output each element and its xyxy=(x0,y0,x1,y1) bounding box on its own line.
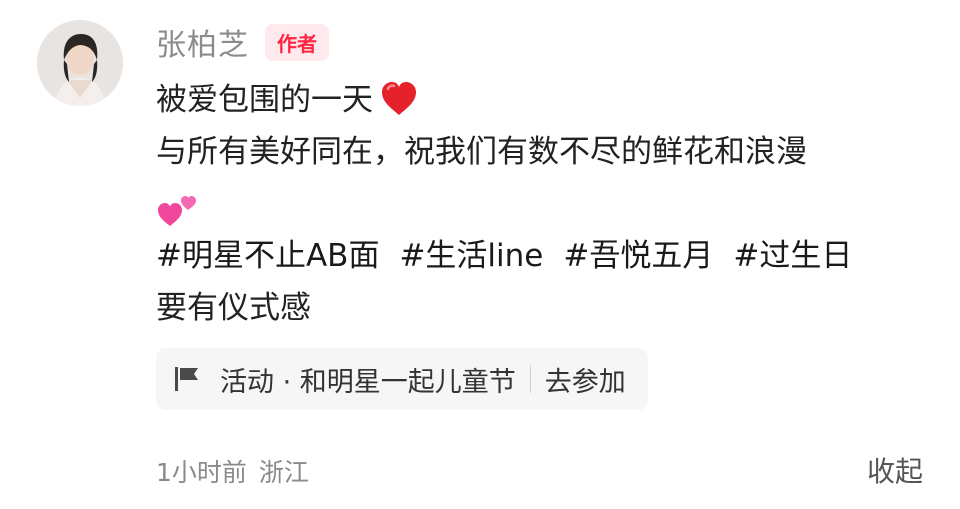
red-heart-icon xyxy=(382,81,416,115)
post-line-3 xyxy=(156,178,936,230)
post-content: 被爱包围的一天 与所有美好同在，祝我们有数不尽的鲜花和浪漫 #明星不止AB面 #生… xyxy=(156,74,936,334)
post-tags-line: #明星不止AB面 #生活line #吾悦五月 #过生日 xyxy=(156,230,936,282)
flag-icon xyxy=(175,367,198,391)
hashtag-link[interactable]: #生活line xyxy=(399,238,543,274)
join-activity-button[interactable]: 去参加 xyxy=(545,360,626,399)
activity-label: 活动 · 和明星一起儿童节 xyxy=(220,366,516,398)
post-line-1: 被爱包围的一天 xyxy=(156,74,936,126)
avatar[interactable] xyxy=(37,20,123,106)
post-location: 浙江 xyxy=(258,458,309,487)
hashtag-link-continued[interactable]: 要有仪式感 xyxy=(156,282,936,334)
avatar-photo-icon xyxy=(37,20,123,106)
two-hearts-icon xyxy=(158,195,196,226)
post-meta: 1小时前 浙江 xyxy=(156,453,309,489)
hashtag-link[interactable]: #吾悦五月 xyxy=(563,238,713,274)
post-text-1: 被爱包围的一天 xyxy=(156,82,373,118)
post-line-2: 与所有美好同在，祝我们有数不尽的鲜花和浪漫 xyxy=(156,134,807,170)
hashtag-link[interactable]: #过生日 xyxy=(733,238,852,274)
post-time: 1小时前 xyxy=(156,458,247,487)
activity-card[interactable]: 活动 · 和明星一起儿童节 去参加 xyxy=(156,348,648,410)
collapse-button[interactable]: 收起 xyxy=(867,450,923,490)
author-row: 张柏芝 作者 xyxy=(156,20,329,64)
author-name[interactable]: 张柏芝 xyxy=(156,20,249,64)
activity-divider xyxy=(529,365,531,393)
hashtag-link[interactable]: #明星不止AB面 xyxy=(156,238,379,274)
author-badge: 作者 xyxy=(265,23,329,61)
